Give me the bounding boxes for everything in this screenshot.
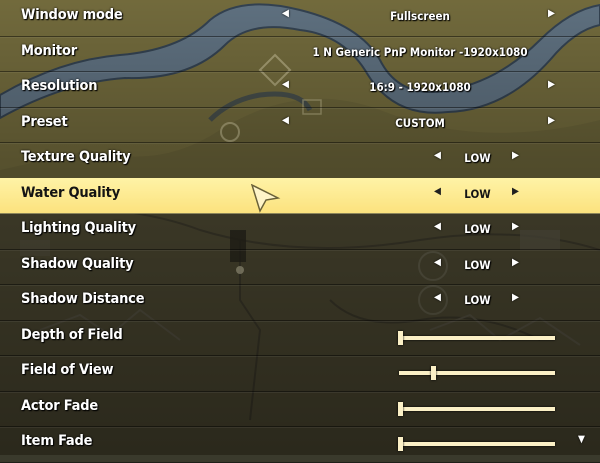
- setting-value: LOW: [464, 293, 491, 307]
- arrow-left-icon[interactable]: ◀: [282, 8, 289, 19]
- mouse-cursor-icon: [251, 184, 281, 213]
- setting-value: Fullscreen: [390, 9, 450, 23]
- setting-row-item-fade[interactable]: Item Fade: [0, 426, 600, 463]
- arrow-left-icon[interactable]: ◀: [434, 257, 441, 268]
- arrow-right-icon[interactable]: ▶: [548, 8, 555, 19]
- slider-track[interactable]: [399, 442, 555, 446]
- setting-value: 1 N Generic PnP Monitor -1920x1080: [312, 44, 528, 59]
- slider-track[interactable]: [399, 406, 555, 411]
- setting-value: LOW: [464, 151, 491, 165]
- slider-thumb[interactable]: [398, 437, 403, 451]
- setting-label: Window mode: [21, 7, 123, 23]
- setting-label: Water Quality: [21, 184, 120, 201]
- setting-label: Monitor: [21, 42, 77, 59]
- setting-label: Texture Quality: [21, 149, 131, 165]
- slider-thumb[interactable]: [398, 401, 403, 416]
- setting-label: Item Fade: [21, 433, 93, 449]
- setting-label: Resolution: [21, 78, 98, 94]
- arrow-right-icon[interactable]: ▶: [512, 221, 519, 232]
- slider-track[interactable]: [399, 371, 555, 375]
- setting-label: Lighting Quality: [21, 220, 136, 236]
- setting-row-shadow-quality[interactable]: Shadow Quality ◀ ▶ LOW: [0, 249, 600, 285]
- slider-track[interactable]: [399, 335, 555, 340]
- setting-value: LOW: [464, 186, 491, 201]
- setting-row-window-mode[interactable]: Window mode ◀ ▶ Fullscreen: [0, 0, 600, 37]
- setting-row-preset[interactable]: Preset ◀ ▶ CUSTOM: [0, 107, 600, 143]
- slider-thumb[interactable]: [430, 366, 436, 380]
- arrow-left-icon[interactable]: ◀: [434, 221, 441, 232]
- slider-thumb[interactable]: [398, 330, 403, 345]
- setting-label: Depth of Field: [21, 326, 123, 343]
- setting-row-monitor[interactable]: Monitor 1 N Generic PnP Monitor -1920x108…: [0, 36, 600, 72]
- setting-row-actor-fade[interactable]: Actor Fade: [0, 391, 600, 427]
- setting-label: Actor Fade: [21, 397, 99, 414]
- setting-label: Shadow Quality: [21, 255, 134, 272]
- setting-row-depth-of-field[interactable]: Depth of Field: [0, 320, 600, 356]
- setting-row-lighting-quality[interactable]: Lighting Quality ◀ ▶ LOW: [0, 213, 600, 250]
- arrow-right-icon[interactable]: ▶: [512, 186, 519, 197]
- setting-value: 16:9 - 1920x1080: [369, 80, 471, 94]
- arrow-right-icon[interactable]: ▶: [548, 115, 555, 126]
- setting-value: LOW: [464, 222, 491, 236]
- setting-label: Preset: [21, 113, 68, 130]
- arrow-right-icon[interactable]: ▶: [548, 79, 555, 90]
- setting-value: CUSTOM: [395, 115, 445, 130]
- arrow-right-icon[interactable]: ▶: [512, 292, 519, 303]
- setting-row-shadow-distance[interactable]: Shadow Distance ◀ ▶ LOW: [0, 284, 600, 321]
- setting-row-resolution[interactable]: Resolution ◀ ▶ 16:9 - 1920x1080: [0, 71, 600, 108]
- arrow-right-icon[interactable]: ▶: [512, 257, 519, 268]
- arrow-left-icon[interactable]: ◀: [282, 79, 289, 90]
- setting-row-texture-quality[interactable]: Texture Quality ◀ ▶ LOW: [0, 142, 600, 179]
- arrow-left-icon[interactable]: ◀: [282, 115, 289, 126]
- setting-row-field-of-view[interactable]: Field of View: [0, 355, 600, 392]
- arrow-right-icon[interactable]: ▶: [512, 150, 519, 161]
- setting-label: Shadow Distance: [21, 291, 145, 307]
- arrow-left-icon[interactable]: ◀: [434, 292, 441, 303]
- arrow-left-icon[interactable]: ◀: [434, 186, 441, 197]
- setting-label: Field of View: [21, 362, 114, 378]
- setting-value: LOW: [464, 257, 491, 272]
- scroll-down-icon[interactable]: ▼: [578, 434, 585, 445]
- setting-row-water-quality[interactable]: Water Quality ◀ ▶ LOW: [0, 177, 600, 214]
- arrow-left-icon[interactable]: ◀: [434, 150, 441, 161]
